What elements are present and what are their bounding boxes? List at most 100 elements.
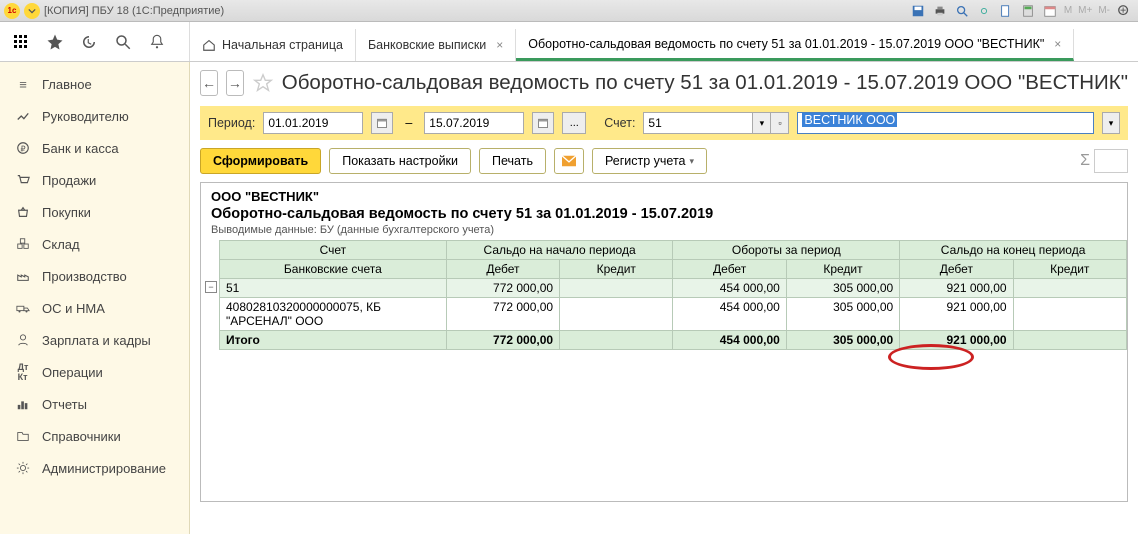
th-end: Сальдо на конец периода (900, 241, 1127, 260)
sidebar-item-manager[interactable]: Руководителю (0, 100, 189, 132)
table-row-total: Итого 772 000,00 454 000,00 305 000,00 9… (220, 331, 1127, 350)
tab-bank[interactable]: Банковские выписки × (356, 29, 516, 61)
nav-forward-button[interactable]: → (226, 70, 244, 96)
cell: 305 000,00 (786, 331, 899, 350)
date-to-input[interactable] (424, 112, 524, 134)
tab-home[interactable]: Начальная страница (190, 29, 356, 61)
report-org: ООО "ВЕСТНИК" (211, 189, 1117, 204)
cell: 454 000,00 (673, 298, 786, 331)
organization-input[interactable]: ВЕСТНИК ООО (797, 112, 1094, 134)
th-bankaccts: Банковские счета (220, 260, 447, 279)
report-area: ООО "ВЕСТНИК" Оборотно-сальдовая ведомос… (200, 182, 1128, 502)
form-button[interactable]: Сформировать (200, 148, 321, 174)
doc-icon[interactable] (998, 3, 1014, 19)
cell-highlighted: 921 000,00 (900, 331, 1013, 350)
sigma-value-box[interactable] (1094, 149, 1128, 173)
sidebar-item-main[interactable]: ≡Главное (0, 68, 189, 100)
register-button[interactable]: Регистр учета▾ (592, 148, 707, 174)
cell: 921 000,00 (900, 298, 1013, 331)
sidebar-label: Отчеты (42, 397, 87, 412)
memory-mminus[interactable]: M- (1098, 5, 1110, 16)
sidebar-item-warehouse[interactable]: Склад (0, 228, 189, 260)
cell-value: 921 000,00 (946, 333, 1006, 347)
save-icon[interactable] (910, 3, 926, 19)
form-button-label: Сформировать (213, 154, 308, 168)
table-row[interactable]: 40802810320000000075, КБ "АРСЕНАЛ" ООО 7… (220, 298, 1127, 331)
sidebar-label: Производство (42, 269, 127, 284)
account-input[interactable] (643, 112, 753, 134)
org-dropdown-icon[interactable]: ▾ (1102, 112, 1120, 134)
sidebar-label: ОС и НМА (42, 301, 105, 316)
email-button[interactable] (554, 148, 584, 174)
th-credit: Кредит (1013, 260, 1126, 279)
app-dropdown[interactable] (24, 3, 40, 19)
memory-m[interactable]: M (1064, 5, 1072, 16)
history-icon[interactable] (78, 31, 100, 53)
period-label: Период: (208, 116, 255, 130)
account-dropdown-icon[interactable]: ▾ (753, 112, 771, 134)
sidebar-item-purchases[interactable]: Покупки (0, 196, 189, 228)
cell: 772 000,00 (446, 298, 559, 331)
sidebar-label: Администрирование (42, 461, 166, 476)
favorite-star-icon[interactable] (252, 72, 274, 94)
period-dialog-button[interactable]: ... (562, 112, 586, 134)
register-button-label: Регистр учета (605, 154, 686, 168)
zoom-in-icon[interactable] (1116, 3, 1132, 19)
show-settings-button[interactable]: Показать настройки (329, 148, 471, 174)
truck-icon (14, 299, 32, 317)
dtkt-icon: ДтКт (14, 363, 32, 381)
date-dash: – (401, 116, 416, 130)
tab-close-icon[interactable]: × (1054, 37, 1061, 51)
nav-back-button[interactable]: ← (200, 70, 218, 96)
sidebar-item-reports[interactable]: Отчеты (0, 388, 189, 420)
filter-bar: Период: – ... Счет: ▾ ▫ ВЕСТНИК ООО ▾ (200, 106, 1128, 140)
tree-collapse-icon[interactable]: − (205, 281, 217, 293)
sidebar-item-sales[interactable]: Продажи (0, 164, 189, 196)
tab-report-label: Оборотно-сальдовая ведомость по счету 51… (528, 37, 1044, 51)
calc-icon[interactable] (1020, 3, 1036, 19)
print-button[interactable]: Печать (479, 148, 546, 174)
boxes-icon (14, 235, 32, 253)
th-credit: Кредит (560, 260, 673, 279)
chart-icon (14, 395, 32, 413)
account-open-icon[interactable]: ▫ (771, 112, 789, 134)
date-from-input[interactable] (263, 112, 363, 134)
apps-icon[interactable] (10, 31, 32, 53)
link-icon[interactable] (976, 3, 992, 19)
settings-button-label: Показать настройки (342, 154, 458, 168)
report-table: Счет Сальдо на начало периода Обороты за… (219, 240, 1127, 350)
tab-report[interactable]: Оборотно-сальдовая ведомость по счету 51… (516, 29, 1074, 61)
tab-bank-label: Банковские выписки (368, 38, 486, 52)
cell: 305 000,00 (786, 279, 899, 298)
bell-icon[interactable] (146, 31, 168, 53)
cell (560, 298, 673, 331)
cell: 454 000,00 (673, 279, 786, 298)
cell (560, 279, 673, 298)
th-start: Сальдо на начало периода (446, 241, 673, 260)
sidebar-item-production[interactable]: Производство (0, 260, 189, 292)
svg-text:₽: ₽ (20, 145, 25, 154)
cell (560, 331, 673, 350)
table-row[interactable]: −51 772 000,00 454 000,00 305 000,00 921… (220, 279, 1127, 298)
cell: 454 000,00 (673, 331, 786, 350)
memory-mplus[interactable]: M+ (1078, 5, 1092, 16)
search-icon[interactable] (954, 3, 970, 19)
sidebar-item-hr[interactable]: Зарплата и кадры (0, 324, 189, 356)
calendar-to-icon[interactable] (532, 112, 554, 134)
cell-acct: 40802810320000000075, КБ "АРСЕНАЛ" ООО (220, 298, 447, 331)
calendar-from-icon[interactable] (371, 112, 393, 134)
sidebar-item-assets[interactable]: ОС и НМА (0, 292, 189, 324)
search-toolbar-icon[interactable] (112, 31, 134, 53)
tab-close-icon[interactable]: × (496, 38, 503, 52)
sidebar-item-bank[interactable]: ₽Банк и касса (0, 132, 189, 164)
calendar-icon[interactable] (1042, 3, 1058, 19)
main-toolbar: Начальная страница Банковские выписки × … (0, 22, 1138, 62)
home-icon (202, 38, 216, 52)
sidebar-item-admin[interactable]: Администрирование (0, 452, 189, 484)
sidebar-item-catalogs[interactable]: Справочники (0, 420, 189, 452)
tab-home-label: Начальная страница (222, 38, 343, 52)
star-icon[interactable] (44, 31, 66, 53)
report-subtitle: Выводимые данные: БУ (данные бухгалтерск… (211, 222, 1117, 236)
sidebar-item-operations[interactable]: ДтКтОперации (0, 356, 189, 388)
print-icon[interactable] (932, 3, 948, 19)
